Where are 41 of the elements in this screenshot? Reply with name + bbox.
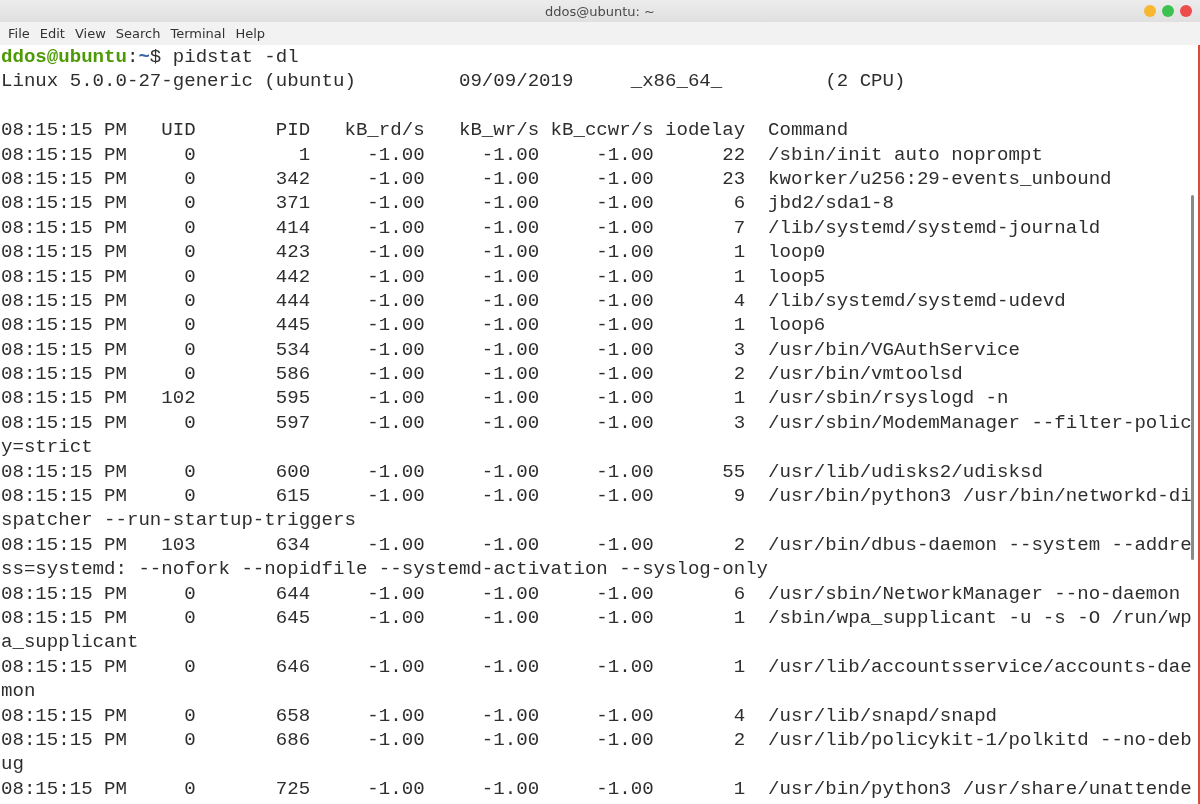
menu-item[interactable]: View [69, 24, 111, 43]
terminal-line: mon [1, 679, 37, 704]
menu-item[interactable]: Terminal [165, 24, 231, 43]
terminal-line: 08:15:15 PM 0 442 -1.00 -1.00 -1.00 1 loop5 [1, 264, 827, 289]
terminal-line: a_supplicant [1, 630, 140, 655]
terminal-line: 08:15:15 PM 0 444 -1.00 -1.00 -1.00 4 /lib/systemd/systemd-udevd [1, 288, 1067, 314]
terminal-line: 08:15:15 PM 0 644 -1.00 -1.00 -1.00 6 /usr/sbin/NetworkManager --no-daemon [1, 581, 1182, 606]
terminal-line: 08:15:15 PM 0 414 -1.00 -1.00 -1.00 7 /lib/systemd/systemd-journald [1, 215, 1102, 241]
terminal-line: 08:15:15 PM 0 586 -1.00 -1.00 -1.00 2 /usr/bin/vmtoolsd [1, 362, 964, 387]
maximize-button[interactable] [1162, 5, 1174, 17]
terminal-line: 08:15:15 PM 0 371 -1.00 -1.00 -1.00 6 jbd2/sda1-8 [1, 191, 895, 216]
menu-item[interactable]: Help [230, 24, 271, 43]
terminal-line: 08:15:15 PM UID PID kB_rd/s kB_wr/s kB_ccwr/s iodelay Command [1, 118, 850, 143]
terminal-line: 08:15:15 PM 103 634 -1.00 -1.00 -1.00 2 /usr/bin/dbus-daemon --system --addre [1, 532, 1193, 558]
terminal-line: 08:15:15 PM 0 1 -1.00 -1.00 -1.00 22 /sbin/init auto noprompt [1, 142, 1044, 167]
menu-item[interactable]: Search [110, 24, 166, 43]
minimize-button[interactable] [1144, 5, 1156, 17]
prompt-line: ddos@ubuntu:~$ pidstat -dl [1, 45, 300, 70]
terminal-line: y=strict [1, 435, 94, 460]
terminal-line: 08:15:15 PM 0 534 -1.00 -1.00 -1.00 3 /usr/bin/VGAuthService [1, 337, 1021, 363]
terminal-line: Linux 5.0.0-27-generic (ubuntu) 09/09/2019 _x86_64_ (2 CPU) [1, 69, 907, 94]
terminal-line: 08:15:15 PM 0 597 -1.00 -1.00 -1.00 3 /usr/sbin/ModemManager --filter-polic [1, 410, 1193, 436]
menu-item[interactable]: Edit [34, 24, 70, 43]
terminal-line: 08:15:15 PM 0 725 -1.00 -1.00 -1.00 1 /usr/bin/python3 /usr/share/unattende [1, 776, 1193, 802]
terminal-line: 08:15:15 PM 0 342 -1.00 -1.00 -1.00 23 kworker/u256:29-events_unbound [1, 166, 1113, 192]
terminal-line: 08:15:15 PM 0 645 -1.00 -1.00 -1.00 1 /sbin/wpa_supplicant -u -s -O /run/wp [1, 606, 1193, 631]
terminal-line: spatcher --run-startup-triggers [1, 508, 357, 533]
terminal-line: 08:15:15 PM 0 423 -1.00 -1.00 -1.00 1 loop0 [1, 240, 827, 265]
terminal-line: 08:15:15 PM 0 658 -1.00 -1.00 -1.00 4 /usr/lib/snapd/snapd [1, 703, 999, 728]
terminal-line: ug [1, 752, 25, 777]
terminal-line: 08:15:15 PM 0 686 -1.00 -1.00 -1.00 2 /usr/lib/policykit-1/polkitd --no-deb [1, 727, 1193, 753]
terminal-line: 08:15:15 PM 0 445 -1.00 -1.00 -1.00 1 loop6 [1, 313, 827, 338]
window-title: ddos@ubuntu: ~ [545, 3, 655, 19]
terminal-line: 08:15:15 PM 0 600 -1.00 -1.00 -1.00 55 /usr/lib/udisks2/udisksd [1, 459, 1044, 485]
scrollbar-thumb[interactable] [1191, 195, 1194, 560]
terminal-line: 08:15:15 PM 0 646 -1.00 -1.00 -1.00 1 /usr/lib/accountsservice/accounts-dae [1, 654, 1193, 680]
terminal-line: 08:15:15 PM 0 615 -1.00 -1.00 -1.00 9 /usr/bin/python3 /usr/bin/networkd-di [1, 484, 1193, 509]
terminal-line: ss=systemd: --nofork --nopidfile --systemd-activation --syslog-only [1, 557, 770, 582]
menu-item[interactable]: File [3, 24, 35, 43]
terminal-line: 08:15:15 PM 102 595 -1.00 -1.00 -1.00 1 /usr/sbin/rsyslogd -n [1, 386, 1010, 411]
close-button[interactable] [1180, 5, 1192, 17]
